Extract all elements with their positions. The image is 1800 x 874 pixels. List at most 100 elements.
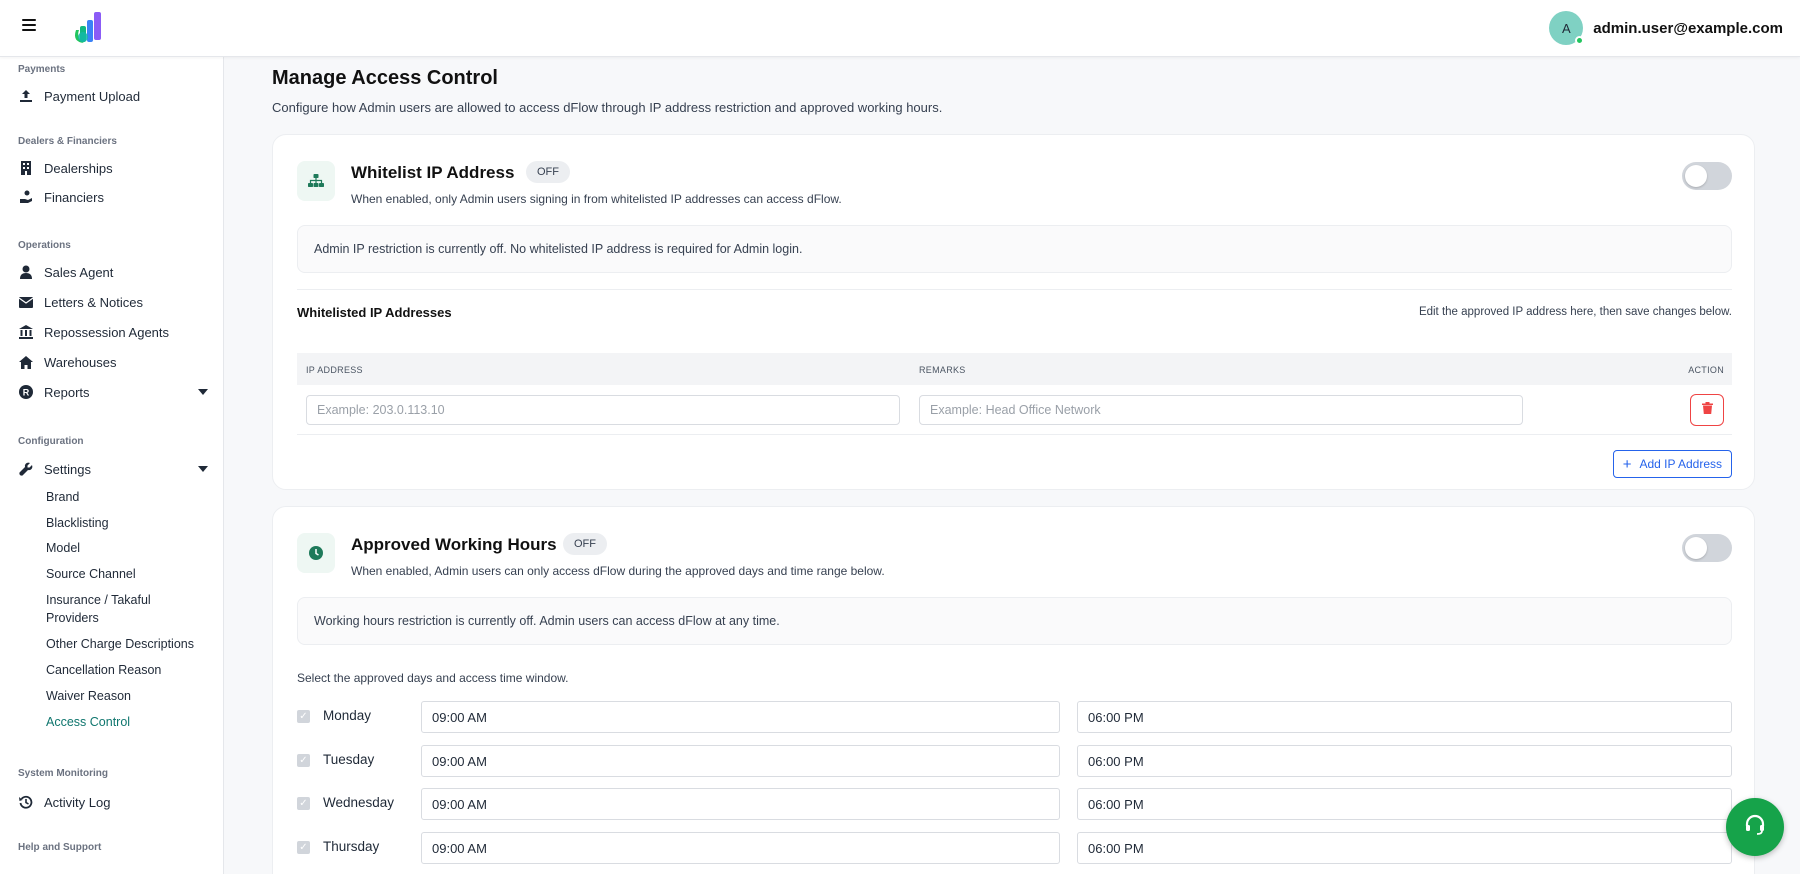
avatar[interactable]: A [1549,11,1585,45]
chevron-down-icon[interactable] [198,389,208,395]
sidebar-section-help: Help and Support [18,842,102,853]
whitelist-ip-toggle[interactable] [1682,162,1732,190]
avatar-initial: A [1561,20,1571,36]
working-hours-notice: Working hours restriction is currently o… [297,597,1732,645]
settings-sub-access-control[interactable]: Access Control [46,713,216,731]
sidebar-item-financiers[interactable]: Financiers [18,186,208,208]
sidebar-section-configuration: Configuration [18,436,84,447]
working-hours-title: Approved Working Hours [351,535,557,554]
day-checkbox[interactable]: ✓ [297,797,310,810]
divider [297,289,1732,290]
column-header-remarks: REMARKS [919,365,966,375]
support-chat-button[interactable] [1726,798,1784,856]
top-bar: A admin.user@example.com [0,0,1800,57]
toggle-knob [1685,537,1707,559]
sidebar-item-label: Dealerships [44,160,113,176]
page-subtitle: Configure how Admin users are allowed to… [272,100,943,115]
working-hours-toggle[interactable] [1682,534,1732,562]
day-checkbox[interactable]: ✓ [297,754,310,767]
sidebar-item-label: Payment Upload [44,88,141,104]
trash-icon [1701,401,1713,419]
sidebar-item-reports[interactable]: R Reports [18,381,208,403]
sidebar-item-label: Repossession Agents [44,324,170,340]
whitelist-ip-title: Whitelist IP Address [351,163,515,182]
sidebar-item-letters-notices[interactable]: Letters & Notices [18,291,208,313]
page-title: Manage Access Control [272,67,498,89]
day-row-tuesday: ✓ Tuesday 09:00 AM 06:00 PM [297,745,1732,777]
settings-sub-other-charge-descriptions[interactable]: Other Charge Descriptions [46,635,216,653]
settings-sub-insurance-takaful-providers[interactable]: Insurance / Takaful Providers [46,591,176,627]
sidebar-item-repossession-agents[interactable]: Repossession Agents [18,321,208,343]
whitelisted-list-title: Whitelisted IP Addresses [297,305,452,320]
day-checkbox[interactable]: ✓ [297,841,310,854]
end-time-input[interactable]: 06:00 PM [1077,701,1732,733]
settings-sub-brand[interactable]: Brand [46,488,216,506]
working-hours-status-badge: OFF [563,533,607,555]
sidebar-section-operations: Operations [18,240,71,251]
end-time-input[interactable]: 06:00 PM [1077,745,1732,777]
sidebar-item-payment-upload[interactable]: Payment Upload [18,85,208,107]
sidebar-item-label: Sales Agent [44,264,114,280]
upload-icon [18,88,34,104]
clock-icon [297,533,335,573]
whitelist-ip-notice: Admin IP restriction is currently off. N… [297,225,1732,273]
sidebar-item-dealerships[interactable]: Dealerships [18,157,208,179]
home-icon [18,354,34,370]
working-hours-card: Approved Working Hours OFF When enabled,… [272,506,1755,874]
reports-icon: R [18,384,34,400]
day-row-thursday: ✓ Thursday 09:00 AM 06:00 PM [297,832,1732,864]
day-row-wednesday: ✓ Wednesday 09:00 AM 06:00 PM [297,788,1732,820]
sidebar-item-settings[interactable]: Settings [18,458,208,480]
start-time-input[interactable]: 09:00 AM [421,745,1060,777]
start-time-input[interactable]: 09:00 AM [421,832,1060,864]
dflow-logo-icon[interactable] [70,8,106,46]
bank-icon [18,324,34,340]
user-menu[interactable]: A admin.user@example.com [1549,10,1783,46]
day-checkbox[interactable]: ✓ [297,710,310,723]
hand-coin-icon [18,189,34,205]
day-label: Wednesday [323,795,395,810]
remarks-input[interactable] [919,395,1523,425]
sidebar-section-dealers: Dealers & Financiers [18,136,117,147]
settings-sub-blacklisting[interactable]: Blacklisting [46,514,216,532]
settings-sub-cancellation-reason[interactable]: Cancellation Reason [46,661,216,679]
sidebar-item-label: Activity Log [44,794,111,810]
settings-sub-model[interactable]: Model [46,539,216,557]
start-time-input[interactable]: 09:00 AM [421,788,1060,820]
sidebar-item-label: Warehouses [44,354,117,370]
user-icon [18,264,34,280]
hamburger-icon[interactable] [22,19,36,33]
working-hours-description: When enabled, Admin users can only acces… [351,564,885,578]
whitelist-ip-card: Whitelist IP Address OFF When enabled, o… [272,134,1755,490]
column-header-ip: IP ADDRESS [306,365,363,375]
sidebar-section-payments: Payments [18,64,66,75]
sidebar-item-sales-agent[interactable]: Sales Agent [18,261,208,283]
table-row [297,385,1732,435]
end-time-input[interactable]: 06:00 PM [1077,832,1732,864]
history-icon [18,794,34,810]
end-time-input[interactable]: 06:00 PM [1077,788,1732,820]
sidebar-item-warehouses[interactable]: Warehouses [18,351,208,373]
headset-icon [1743,813,1767,842]
whitelist-status-badge: OFF [526,161,570,183]
user-email: admin.user@example.com [1593,19,1783,37]
sidebar-item-label: Settings [44,461,91,477]
settings-sub-waiver-reason[interactable]: Waiver Reason [46,687,216,705]
sidebar-section-monitoring: System Monitoring [18,768,109,779]
network-icon [297,161,335,201]
sidebar-item-label: Letters & Notices [44,294,143,310]
building-icon [18,160,34,176]
start-time-input[interactable]: 09:00 AM [421,701,1060,733]
add-ip-address-button[interactable]: + Add IP Address [1612,450,1732,478]
day-label: Tuesday [323,752,375,767]
ip-table-header: IP ADDRESS REMARKS ACTION [297,353,1732,385]
chevron-down-icon[interactable] [198,466,208,472]
settings-sub-source-channel[interactable]: Source Channel [46,565,216,583]
day-row-monday: ✓ Monday 09:00 AM 06:00 PM [297,701,1732,733]
sidebar-item-activity-log[interactable]: Activity Log [18,791,208,813]
sidebar-item-label: Financiers [44,189,104,205]
delete-ip-button[interactable] [1690,394,1724,426]
whitelisted-list-hint: Edit the approved IP address here, then … [1418,306,1732,318]
whitelist-ip-description: When enabled, only Admin users signing i… [351,192,842,206]
ip-address-input[interactable] [306,395,900,425]
